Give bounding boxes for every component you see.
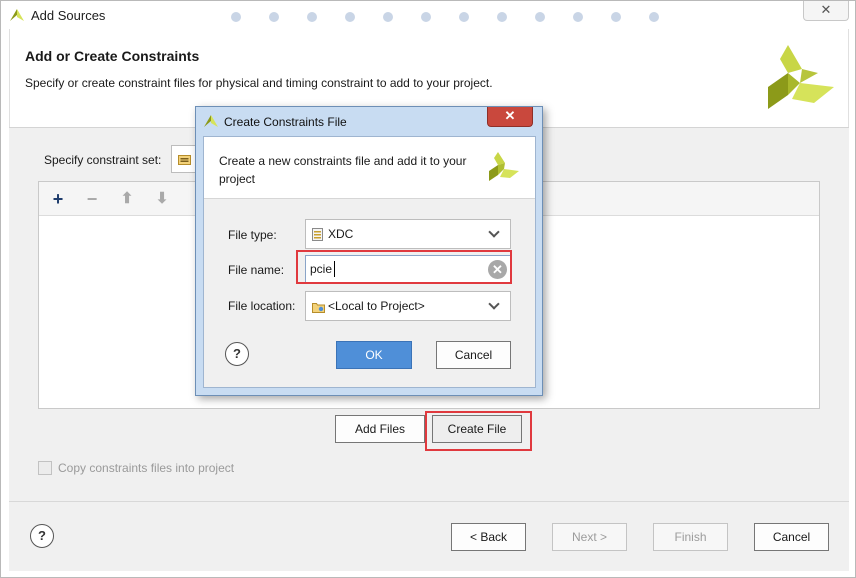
copy-constraints-checkbox[interactable]: [38, 461, 52, 475]
dialog-help-button[interactable]: ?: [225, 342, 249, 366]
file-type-combo[interactable]: XDC: [305, 219, 511, 249]
move-up-icon-button[interactable]: ⬆: [116, 188, 138, 210]
page-description: Specify or create constraint files for p…: [25, 76, 493, 90]
dialog-brand-logo-icon: [489, 152, 519, 181]
constraint-set-icon: [178, 155, 191, 165]
create-file-highlight: [425, 411, 532, 451]
dialog-cancel-button[interactable]: Cancel: [436, 341, 511, 369]
dialog-header: Create a new constraints file and add it…: [204, 137, 535, 199]
file-name-highlight: [296, 250, 512, 284]
dialog-title: Create Constraints File: [224, 115, 347, 129]
file-type-label: File type:: [228, 228, 277, 242]
dialog-description: Create a new constraints file and add it…: [219, 154, 467, 186]
chevron-down-icon: [488, 226, 500, 238]
window-close-button[interactable]: ✕: [803, 1, 849, 21]
cancel-button[interactable]: Cancel: [754, 523, 829, 551]
dialog-close-button[interactable]: ✕: [487, 107, 533, 127]
constraint-set-combo[interactable]: [171, 145, 197, 173]
page-title: Add or Create Constraints: [25, 48, 200, 64]
next-button[interactable]: Next >: [552, 523, 627, 551]
file-location-combo[interactable]: <Local to Project>: [305, 291, 511, 321]
chevron-down-icon: [488, 298, 500, 310]
help-button[interactable]: ?: [30, 524, 54, 548]
window-title: Add Sources: [31, 8, 106, 23]
finish-button[interactable]: Finish: [653, 523, 728, 551]
add-icon-button[interactable]: +: [47, 188, 69, 210]
file-location-value: <Local to Project>: [328, 299, 425, 313]
constraint-set-label: Specify constraint set:: [44, 153, 162, 167]
xdc-file-icon: [312, 228, 323, 241]
file-type-value: XDC: [328, 227, 354, 241]
remove-icon-button[interactable]: −: [81, 188, 103, 210]
copy-constraints-label: Copy constraints files into project: [58, 461, 235, 475]
back-button[interactable]: < Back: [451, 523, 526, 551]
vivado-logo-icon: [10, 9, 24, 21]
background-toolbar-icons: [231, 11, 791, 25]
file-location-label: File location:: [228, 299, 296, 313]
ok-button[interactable]: OK: [336, 341, 412, 369]
add-files-button[interactable]: Add Files: [335, 415, 425, 443]
title-bar: Add Sources ✕: [1, 1, 855, 29]
file-name-label: File name:: [228, 263, 285, 277]
move-down-icon-button[interactable]: ⬇: [151, 188, 173, 210]
vivado-brand-logo-icon: [768, 45, 834, 109]
dialog-logo-icon: [204, 115, 218, 127]
folder-icon: [312, 303, 325, 313]
